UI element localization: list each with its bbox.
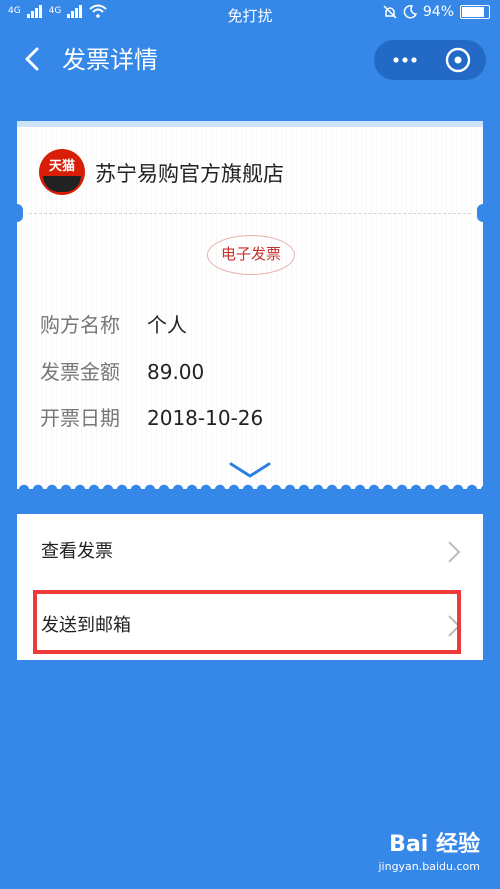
status-bar: 4G 4G 免打扰 94% (0, 0, 500, 28)
card-scalloped-edge (17, 476, 483, 490)
invoice-date-label: 开票日期 (40, 406, 120, 430)
status-right: 94% (383, 4, 490, 20)
buyer-name-row: 购方名称 个人 (40, 309, 187, 338)
store-logo: 天猫 (39, 149, 85, 195)
chevron-right-icon (448, 541, 461, 563)
store-name: 苏宁易购官方旗舰店 (95, 162, 284, 186)
view-invoice-label: 查看发票 (41, 541, 113, 562)
moon-icon (403, 5, 417, 19)
invoice-amount-row: 发票金额 89.00 (40, 356, 204, 385)
battery-percent: 94% (422, 4, 454, 20)
page-title: 发票详情 (62, 46, 158, 74)
card-divider (29, 213, 471, 214)
invoice-type-stamp: 电子发票 (207, 235, 295, 275)
buyer-name-label: 购方名称 (40, 313, 120, 337)
close-circle-icon[interactable] (444, 46, 472, 74)
card-notch-left (11, 204, 23, 222)
invoice-date-row: 开票日期 2018-10-26 (40, 402, 263, 431)
watermark: Bai 经验 jingyan.baidu.com (378, 826, 480, 873)
battery-level (462, 7, 484, 17)
buyer-name-value: 个人 (147, 313, 187, 337)
more-icon[interactable] (390, 52, 420, 68)
view-invoice-item[interactable]: 查看发票 (17, 514, 483, 586)
watermark-url: jingyan.baidu.com (378, 860, 480, 873)
card-notch-right (477, 204, 489, 222)
invoice-date-value: 2018-10-26 (147, 406, 264, 430)
battery-icon (460, 5, 490, 19)
watermark-brand: Bai 经验 (389, 832, 480, 857)
chevron-left-icon[interactable] (18, 44, 48, 74)
invoice-card: 天猫 苏宁易购官方旗舰店 电子发票 购方名称 个人 发票金额 89.00 开票日期 2… (11, 121, 489, 489)
store-logo-mark (43, 176, 81, 192)
bell-off-icon (383, 5, 397, 19)
invoice-amount-label: 发票金额 (40, 360, 120, 384)
invoice-amount-value: 89.00 (147, 360, 205, 384)
nav-bar: 发票详情 (0, 28, 500, 90)
store-logo-text: 天猫 (48, 159, 75, 174)
highlight-box (33, 590, 461, 654)
mini-program-capsule (374, 40, 486, 80)
